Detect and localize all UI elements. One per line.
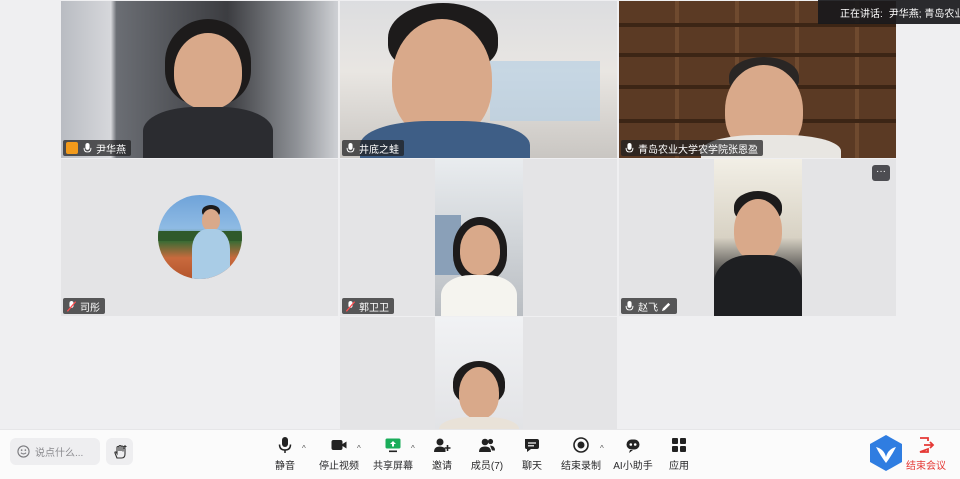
video-tile-participant-7[interactable] — [340, 317, 617, 429]
participant-name: 赵飞 — [638, 302, 658, 314]
video-feed — [435, 317, 523, 429]
speaking-label: 正在讲话: — [840, 8, 883, 20]
mute-options-chevron-up-icon[interactable]: ^ — [302, 444, 306, 453]
video-camera-icon — [331, 440, 347, 450]
video-feed — [61, 1, 338, 158]
chat-label: 聊天 — [522, 461, 542, 472]
video-feed — [435, 159, 523, 316]
participant-name: 尹华燕 — [96, 144, 126, 156]
apps-button[interactable]: 应用 — [651, 436, 707, 472]
avatar — [158, 195, 242, 279]
recording-options-chevron-up-icon[interactable]: ^ — [600, 444, 604, 453]
apps-label: 应用 — [669, 461, 689, 472]
mute-button[interactable]: 静音 — [257, 436, 313, 472]
end-recording-button[interactable]: 结束录制 — [553, 436, 609, 472]
end-recording-label: 结束录制 — [561, 461, 601, 472]
video-tile-guoweiwei[interactable]: 郭卫卫 — [340, 159, 617, 316]
microphone-icon — [278, 437, 292, 453]
emoji-icon[interactable] — [17, 445, 30, 458]
video-feed — [340, 1, 617, 158]
participant-name: 青岛农业大学农学院张恩盈 — [638, 144, 758, 156]
microphone-icon — [346, 142, 355, 152]
participant-name-tag: 司彤 — [63, 298, 105, 314]
members-icon — [479, 438, 495, 452]
edit-pencil-icon[interactable] — [661, 301, 672, 312]
video-feed — [619, 1, 896, 158]
brand-logo-icon — [870, 435, 902, 471]
video-options-chevron-up-icon[interactable]: ^ — [357, 444, 361, 453]
ai-assistant-label: AI小助手 — [613, 461, 653, 472]
share-screen-button[interactable]: 共享屏幕 — [365, 436, 421, 472]
record-icon — [573, 437, 589, 453]
participant-name-tag: 郭卫卫 — [342, 298, 394, 314]
video-tile-zhangenying[interactable]: 青岛农业大学农学院张恩盈 — [619, 1, 896, 158]
share-screen-icon — [385, 438, 401, 453]
raise-hand-button[interactable] — [106, 438, 133, 465]
host-badge-icon — [66, 142, 78, 154]
participant-name-tag: 井底之蛙 — [342, 140, 404, 156]
raise-hand-icon — [113, 444, 126, 459]
participant-name: 郭卫卫 — [359, 302, 389, 314]
microphone-icon — [625, 300, 634, 310]
more-options-button[interactable]: ··· — [872, 165, 890, 181]
add-user-icon — [434, 438, 451, 452]
video-feed — [714, 159, 802, 316]
meeting-toolbar: 说点什么... 静音 ^ 停止视频 ^ 共享屏幕 ^ 邀请 成员(7) 聊天 结… — [0, 429, 960, 479]
stop-video-button[interactable]: 停止视频 — [311, 436, 367, 472]
end-meeting-button[interactable]: 结束会议 — [902, 436, 950, 472]
participant-name-tag: 尹华燕 — [63, 140, 131, 156]
exit-icon — [919, 437, 935, 453]
microphone-muted-icon — [66, 300, 77, 312]
participant-name: 井底之蛙 — [359, 144, 399, 156]
speaking-names: 尹华燕; 青岛农业 — [888, 8, 960, 20]
chat-button[interactable]: 聊天 — [504, 436, 560, 472]
microphone-icon — [83, 142, 92, 152]
participant-name: 司彤 — [80, 302, 100, 314]
video-tile-sitong[interactable]: 司彤 — [61, 159, 338, 316]
invite-label: 邀请 — [432, 461, 452, 472]
participant-name-tag: 赵飞 — [621, 298, 677, 314]
microphone-muted-icon — [345, 300, 356, 312]
members-label: 成员(7) — [470, 461, 504, 472]
video-tile-zhaofei[interactable]: ··· 赵飞 — [619, 159, 896, 316]
speaking-indicator: 正在讲话: 尹华燕; 青岛农业 — [818, 0, 960, 24]
chat-placeholder: 说点什么... — [35, 448, 84, 459]
end-meeting-label: 结束会议 — [906, 461, 946, 472]
participant-name-tag: 青岛农业大学农学院张恩盈 — [621, 140, 763, 156]
mute-label: 静音 — [275, 461, 295, 472]
microphone-icon — [625, 142, 634, 152]
share-screen-label: 共享屏幕 — [373, 461, 413, 472]
video-tile-jingdizhiwa[interactable]: 井底之蛙 — [340, 1, 617, 158]
ai-assistant-icon — [626, 439, 640, 453]
apps-grid-icon — [672, 438, 686, 452]
stop-video-label: 停止视频 — [319, 461, 359, 472]
quick-chat-input[interactable]: 说点什么... — [10, 438, 100, 465]
chat-bubble-icon — [525, 439, 539, 452]
video-tile-yinhuayan[interactable]: 尹华燕 — [61, 1, 338, 158]
